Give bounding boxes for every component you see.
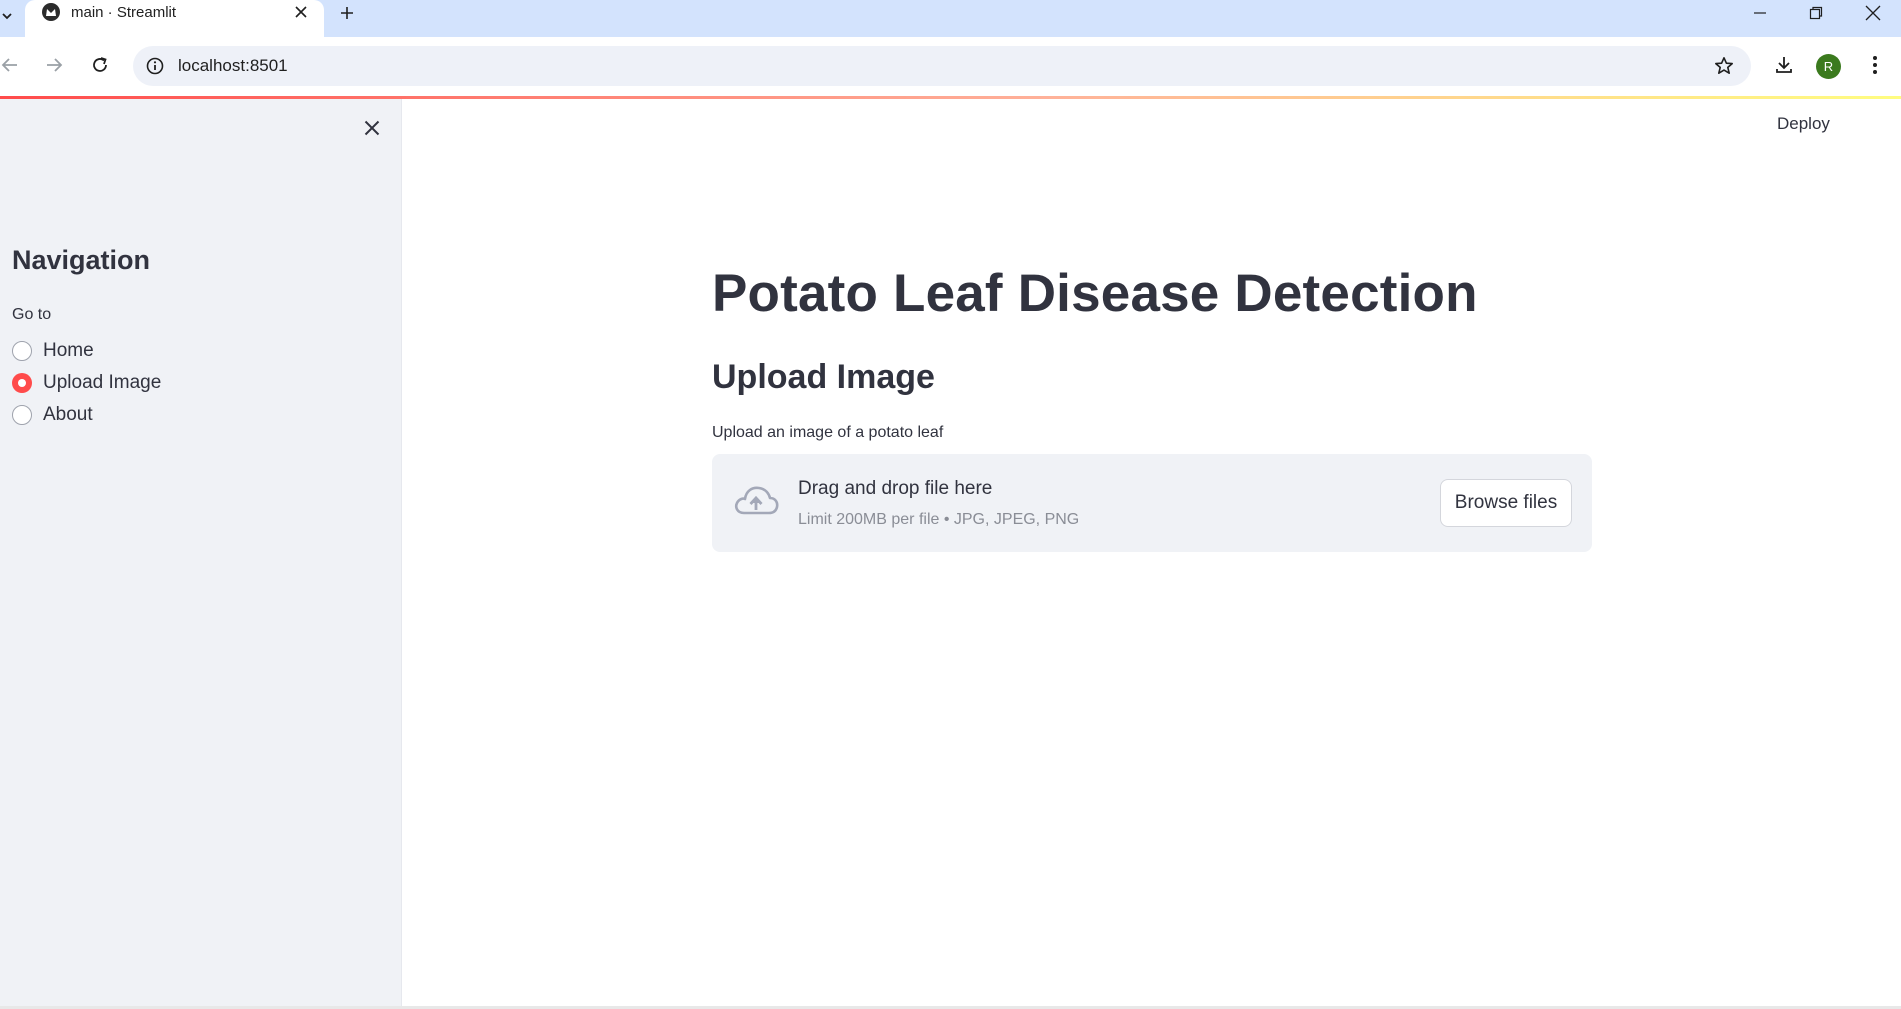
url-text: localhost:8501 — [178, 56, 288, 75]
radio-group-label: Go to — [12, 306, 52, 323]
radio-unchecked-icon — [12, 405, 32, 425]
browser-tab[interactable]: main · Streamlit — [25, 0, 324, 37]
back-icon[interactable] — [0, 51, 24, 79]
radio-option-home[interactable]: Home — [12, 337, 94, 365]
window-close-icon[interactable] — [1845, 0, 1901, 26]
star-icon[interactable] — [1713, 55, 1735, 77]
radio-option-label: About — [43, 404, 93, 425]
radio-checked-icon — [12, 373, 32, 393]
reload-icon[interactable] — [86, 51, 114, 79]
radio-option-about[interactable]: About — [12, 401, 93, 429]
address-bar[interactable]: localhost:8501 — [133, 46, 1751, 86]
file-dropzone[interactable]: Drag and drop file here Limit 200MB per … — [712, 454, 1592, 552]
radio-option-upload-image[interactable]: Upload Image — [12, 369, 161, 397]
radio-unchecked-icon — [12, 341, 32, 361]
browser-toolbar: localhost:8501 R — [0, 37, 1901, 97]
page-title: Potato Leaf Disease Detection — [712, 264, 1478, 323]
minimize-icon[interactable] — [1732, 0, 1788, 26]
plus-icon[interactable] — [336, 2, 358, 24]
tab-title: main · Streamlit — [71, 4, 177, 21]
tab-search-icon[interactable] — [0, 6, 14, 26]
section-title: Upload Image — [712, 358, 935, 396]
dropzone-instructions: Drag and drop file here — [798, 478, 993, 499]
sidebar-close-icon[interactable] — [360, 116, 384, 140]
sidebar-heading: Navigation — [12, 245, 151, 275]
radio-option-label: Home — [43, 340, 94, 361]
more-icon[interactable] — [1862, 52, 1888, 78]
dropzone-limit-text: Limit 200MB per file • JPG, JPEG, PNG — [798, 511, 1080, 528]
file-uploader-label: Upload an image of a potato leaf — [712, 424, 944, 441]
browse-files-button[interactable]: Browse files — [1440, 479, 1572, 527]
info-icon[interactable] — [145, 56, 165, 76]
radio-option-label: Upload Image — [43, 372, 162, 393]
profile-avatar[interactable]: R — [1816, 54, 1841, 79]
streamlit-favicon — [42, 3, 60, 21]
sidebar: Navigation Go to Home Upload Image About — [0, 99, 402, 1006]
deploy-button[interactable]: Deploy — [1777, 114, 1830, 134]
close-icon[interactable] — [291, 2, 311, 22]
browser-tabstrip: main · Streamlit — [0, 0, 1901, 37]
restore-icon[interactable] — [1788, 0, 1844, 26]
cloud-upload-icon — [734, 486, 779, 515]
download-icon[interactable] — [1771, 52, 1797, 78]
forward-icon[interactable] — [40, 51, 68, 79]
